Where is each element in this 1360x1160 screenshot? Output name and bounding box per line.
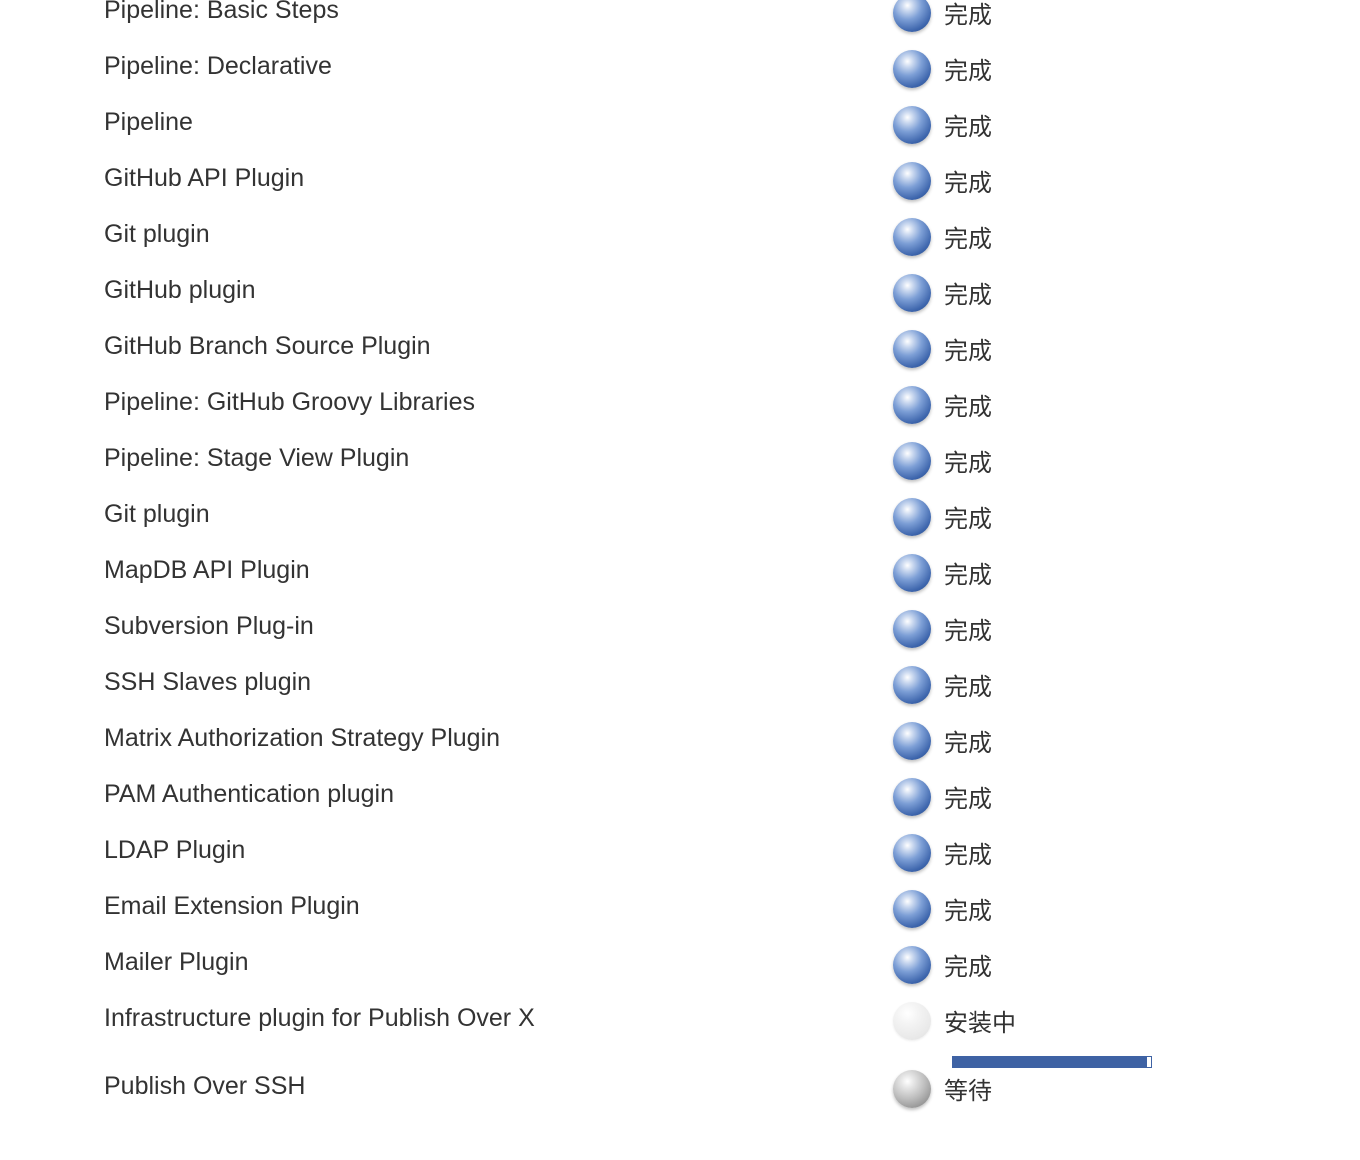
plugin-row: Pipeline: Declarative 完成 [0, 0, 1360, 88]
plugin-row: LDAP Plugin 完成 [0, 784, 1360, 872]
plugin-row: Mailer Plugin 完成 [0, 896, 1360, 984]
plugin-row: Git plugin 完成 [0, 448, 1360, 536]
plugin-row: Pipeline: GitHub Groovy Libraries 完成 [0, 336, 1360, 424]
plugin-row: Publish Over SSH 等待 [0, 1020, 1360, 1108]
plugin-row: Subversion Plug-in 完成 [0, 560, 1360, 648]
plugin-row: MapDB API Plugin 完成 [0, 504, 1360, 592]
plugin-row: Pipeline: Stage View Plugin 完成 [0, 392, 1360, 480]
plugin-row: GitHub API Plugin 完成 [0, 112, 1360, 200]
plugin-name: Publish Over SSH [104, 1072, 306, 1100]
plugin-row: Git plugin 完成 [0, 168, 1360, 256]
plugin-row: GitHub plugin 完成 [0, 224, 1360, 312]
plugin-row: Infrastructure plugin for Publish Over X… [0, 952, 1360, 1068]
plugin-row: Pipeline 完成 [0, 56, 1360, 144]
plugin-status: 等待 [944, 1077, 992, 1105]
plugin-row: PAM Authentication plugin 完成 [0, 728, 1360, 816]
plugin-row: SSH Slaves plugin 完成 [0, 616, 1360, 704]
plugin-install-list: Pipeline: Basic Steps 完成 Pipeline: Declara… [0, 0, 1360, 1108]
plugin-row: Matrix Authorization Strategy Plugin 完成 [0, 672, 1360, 760]
plugin-row: Email Extension Plugin 完成 [0, 840, 1360, 928]
plugin-row: GitHub Branch Source Plugin 完成 [0, 280, 1360, 368]
grey-ball-icon [893, 1070, 931, 1108]
